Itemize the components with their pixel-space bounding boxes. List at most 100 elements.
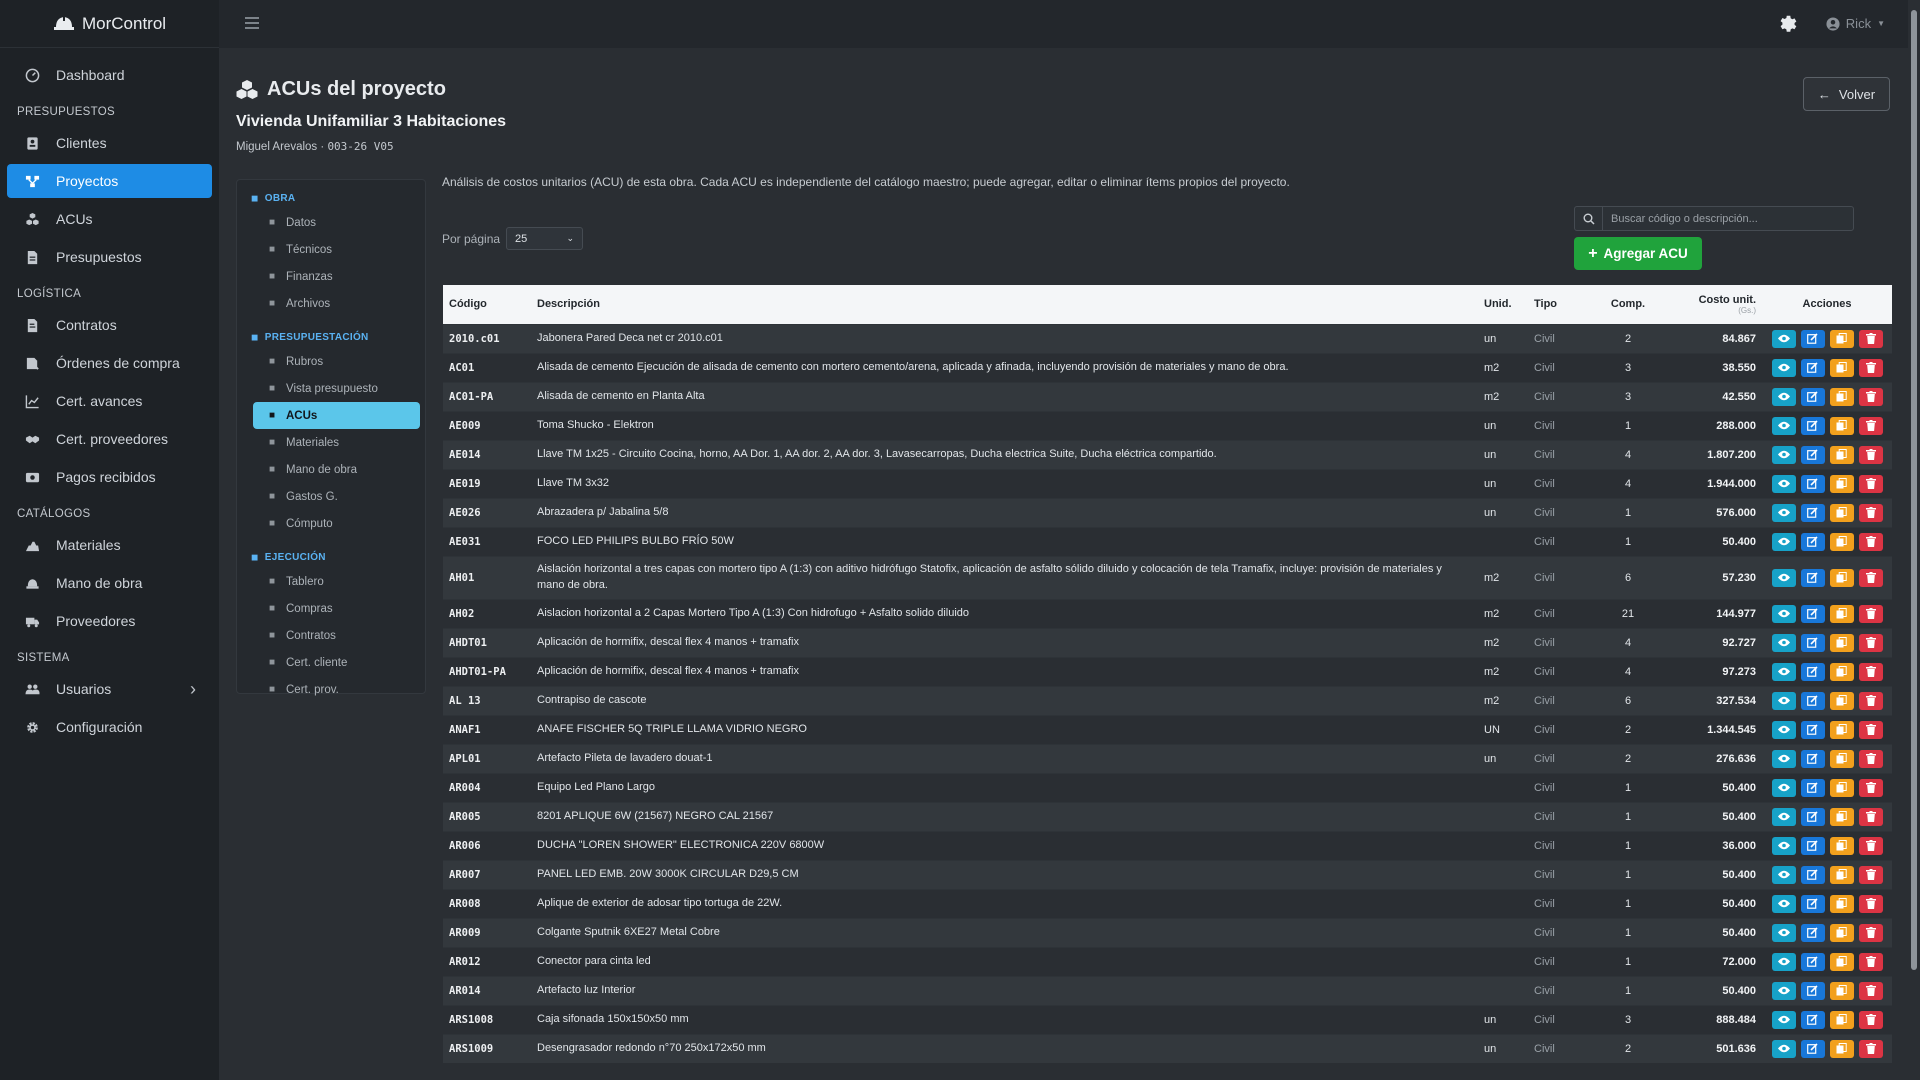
per-page-select[interactable]: 25 ⌄	[506, 227, 584, 250]
delete-button[interactable]	[1858, 720, 1883, 739]
table-row[interactable]: AL 13 Contrapiso de cascote m2 Civil 6 327.53…	[443, 685, 1892, 715]
duplicate-button[interactable]	[1829, 387, 1854, 406]
subnav-item[interactable]: ■ Rubros	[237, 348, 420, 375]
view-button[interactable]	[1771, 416, 1796, 435]
table-row[interactable]: AH02 Aislacion horizontal a 2 Capas Morte…	[443, 598, 1892, 628]
subnav-item[interactable]: ■ Compras	[237, 595, 420, 622]
table-row[interactable]: AE026 Abrazadera p/ Jabalina 5/8 un Civil 1 5…	[443, 497, 1892, 527]
sidebar-item-users[interactable]: Usuarios ›	[7, 672, 212, 706]
sidebar-item-dashboard[interactable]: Dashboard	[7, 58, 212, 92]
edit-button[interactable]	[1800, 691, 1825, 710]
add-acu-button[interactable]: + Agregar ACU	[1574, 237, 1702, 270]
view-button[interactable]	[1771, 807, 1796, 826]
table-row[interactable]: AE019 Llave TM 3x32 un Civil 4 1.944.000	[443, 468, 1892, 498]
edit-button[interactable]	[1800, 923, 1825, 942]
edit-button[interactable]	[1800, 778, 1825, 797]
delete-button[interactable]	[1858, 807, 1883, 826]
sidebar-item-purchase-orders[interactable]: Órdenes de compra	[7, 346, 212, 380]
delete-button[interactable]	[1858, 1039, 1883, 1058]
delete-button[interactable]	[1858, 749, 1883, 768]
sidebar-item-truck[interactable]: Proveedores	[7, 604, 212, 638]
scrollbar-thumb[interactable]	[1911, 10, 1917, 970]
sidebar-item-money[interactable]: Pagos recibidos	[7, 460, 212, 494]
delete-button[interactable]	[1858, 568, 1883, 587]
subnav-item[interactable]: ■ ACUs	[253, 402, 420, 429]
duplicate-button[interactable]	[1829, 691, 1854, 710]
table-row[interactable]: AH01 Aislación horizontal a tres capas co…	[443, 555, 1892, 599]
table-row[interactable]: AR006 DUCHA "LOREN SHOWER" ELECTRONICA 22…	[443, 830, 1892, 860]
view-button[interactable]	[1771, 952, 1796, 971]
view-button[interactable]	[1771, 1010, 1796, 1029]
view-button[interactable]	[1771, 894, 1796, 913]
sidebar-item-clients[interactable]: Clientes	[7, 126, 212, 160]
col-comp[interactable]: Comp.	[1588, 285, 1668, 324]
table-row[interactable]: AC01 Alisada de cemento Ejecución de alis…	[443, 352, 1892, 382]
edit-button[interactable]	[1800, 749, 1825, 768]
view-button[interactable]	[1771, 445, 1796, 464]
subnav-item[interactable]: ■ Técnicos	[237, 236, 420, 263]
subnav-item[interactable]: ■ Cómputo	[237, 510, 420, 537]
duplicate-button[interactable]	[1829, 923, 1854, 942]
table-row[interactable]: AR004 Equipo Led Plano Largo Civil 1 50.400	[443, 772, 1892, 802]
sidebar-item-acus[interactable]: ACUs	[7, 202, 212, 236]
subnav-item[interactable]: ■ Datos	[237, 209, 420, 236]
duplicate-button[interactable]	[1829, 445, 1854, 464]
delete-button[interactable]	[1858, 329, 1883, 348]
table-row[interactable]: AHDT01-PA Aplicación de hormifix, descal …	[443, 656, 1892, 686]
table-row[interactable]: AR008 Aplique de exterior de adosar tipo …	[443, 888, 1892, 918]
edit-button[interactable]	[1800, 633, 1825, 652]
table-row[interactable]: AR012 Conector para cinta led Civil 1 72.000	[443, 946, 1892, 976]
edit-button[interactable]	[1800, 568, 1825, 587]
duplicate-button[interactable]	[1829, 416, 1854, 435]
settings-icon[interactable]	[1775, 13, 1797, 35]
delete-button[interactable]	[1858, 387, 1883, 406]
delete-button[interactable]	[1858, 865, 1883, 884]
view-button[interactable]	[1771, 387, 1796, 406]
edit-button[interactable]	[1800, 445, 1825, 464]
view-button[interactable]	[1771, 474, 1796, 493]
table-row[interactable]: AE031 FOCO LED PHILIPS BULBO FRÍO 50W Civi…	[443, 526, 1892, 556]
delete-button[interactable]	[1858, 503, 1883, 522]
duplicate-button[interactable]	[1829, 474, 1854, 493]
view-button[interactable]	[1771, 778, 1796, 797]
duplicate-button[interactable]	[1829, 720, 1854, 739]
delete-button[interactable]	[1858, 604, 1883, 623]
delete-button[interactable]	[1858, 952, 1883, 971]
col-type[interactable]: Tipo	[1528, 285, 1588, 324]
duplicate-button[interactable]	[1829, 894, 1854, 913]
table-row[interactable]: ARS1009 Desengrasador redondo n°70 250x17…	[443, 1033, 1892, 1063]
subnav-item[interactable]: ■ Contratos	[237, 622, 420, 649]
view-button[interactable]	[1771, 503, 1796, 522]
edit-button[interactable]	[1800, 807, 1825, 826]
table-row[interactable]: AE014 Llave TM 1x25 - Circuito Cocina, ho…	[443, 439, 1892, 469]
duplicate-button[interactable]	[1829, 604, 1854, 623]
table-row[interactable]: AR005 8201 APLIQUE 6W (21567) NEGRO CAL 2…	[443, 801, 1892, 831]
delete-button[interactable]	[1858, 778, 1883, 797]
sidebar-item-projects[interactable]: Proyectos	[7, 164, 212, 198]
view-button[interactable]	[1771, 1039, 1796, 1058]
search-input[interactable]	[1603, 212, 1853, 225]
duplicate-button[interactable]	[1829, 778, 1854, 797]
subnav-item[interactable]: ■ Mano de obra	[237, 456, 420, 483]
brand[interactable]: MorControl	[0, 0, 219, 48]
view-button[interactable]	[1771, 836, 1796, 855]
view-button[interactable]	[1771, 691, 1796, 710]
edit-button[interactable]	[1800, 329, 1825, 348]
duplicate-button[interactable]	[1829, 568, 1854, 587]
view-button[interactable]	[1771, 633, 1796, 652]
edit-button[interactable]	[1800, 865, 1825, 884]
sidebar-item-workers[interactable]: Mano de obra	[7, 566, 212, 600]
table-row[interactable]: AR007 PANEL LED EMB. 20W 3000K CIRCULAR D…	[443, 859, 1892, 889]
duplicate-button[interactable]	[1829, 329, 1854, 348]
subnav-item[interactable]: ■ Finanzas	[237, 263, 420, 290]
edit-button[interactable]	[1800, 1010, 1825, 1029]
subnav-item[interactable]: ■ Vista presupuesto	[237, 375, 420, 402]
duplicate-button[interactable]	[1829, 981, 1854, 1000]
col-description[interactable]: Descripción	[531, 285, 1478, 324]
view-button[interactable]	[1771, 604, 1796, 623]
table-row[interactable]: AR009 Colgante Sputnik 6XE27 Metal Cobre C…	[443, 917, 1892, 947]
view-button[interactable]	[1771, 720, 1796, 739]
menu-toggle-icon[interactable]	[245, 17, 259, 29]
edit-button[interactable]	[1800, 474, 1825, 493]
delete-button[interactable]	[1858, 691, 1883, 710]
